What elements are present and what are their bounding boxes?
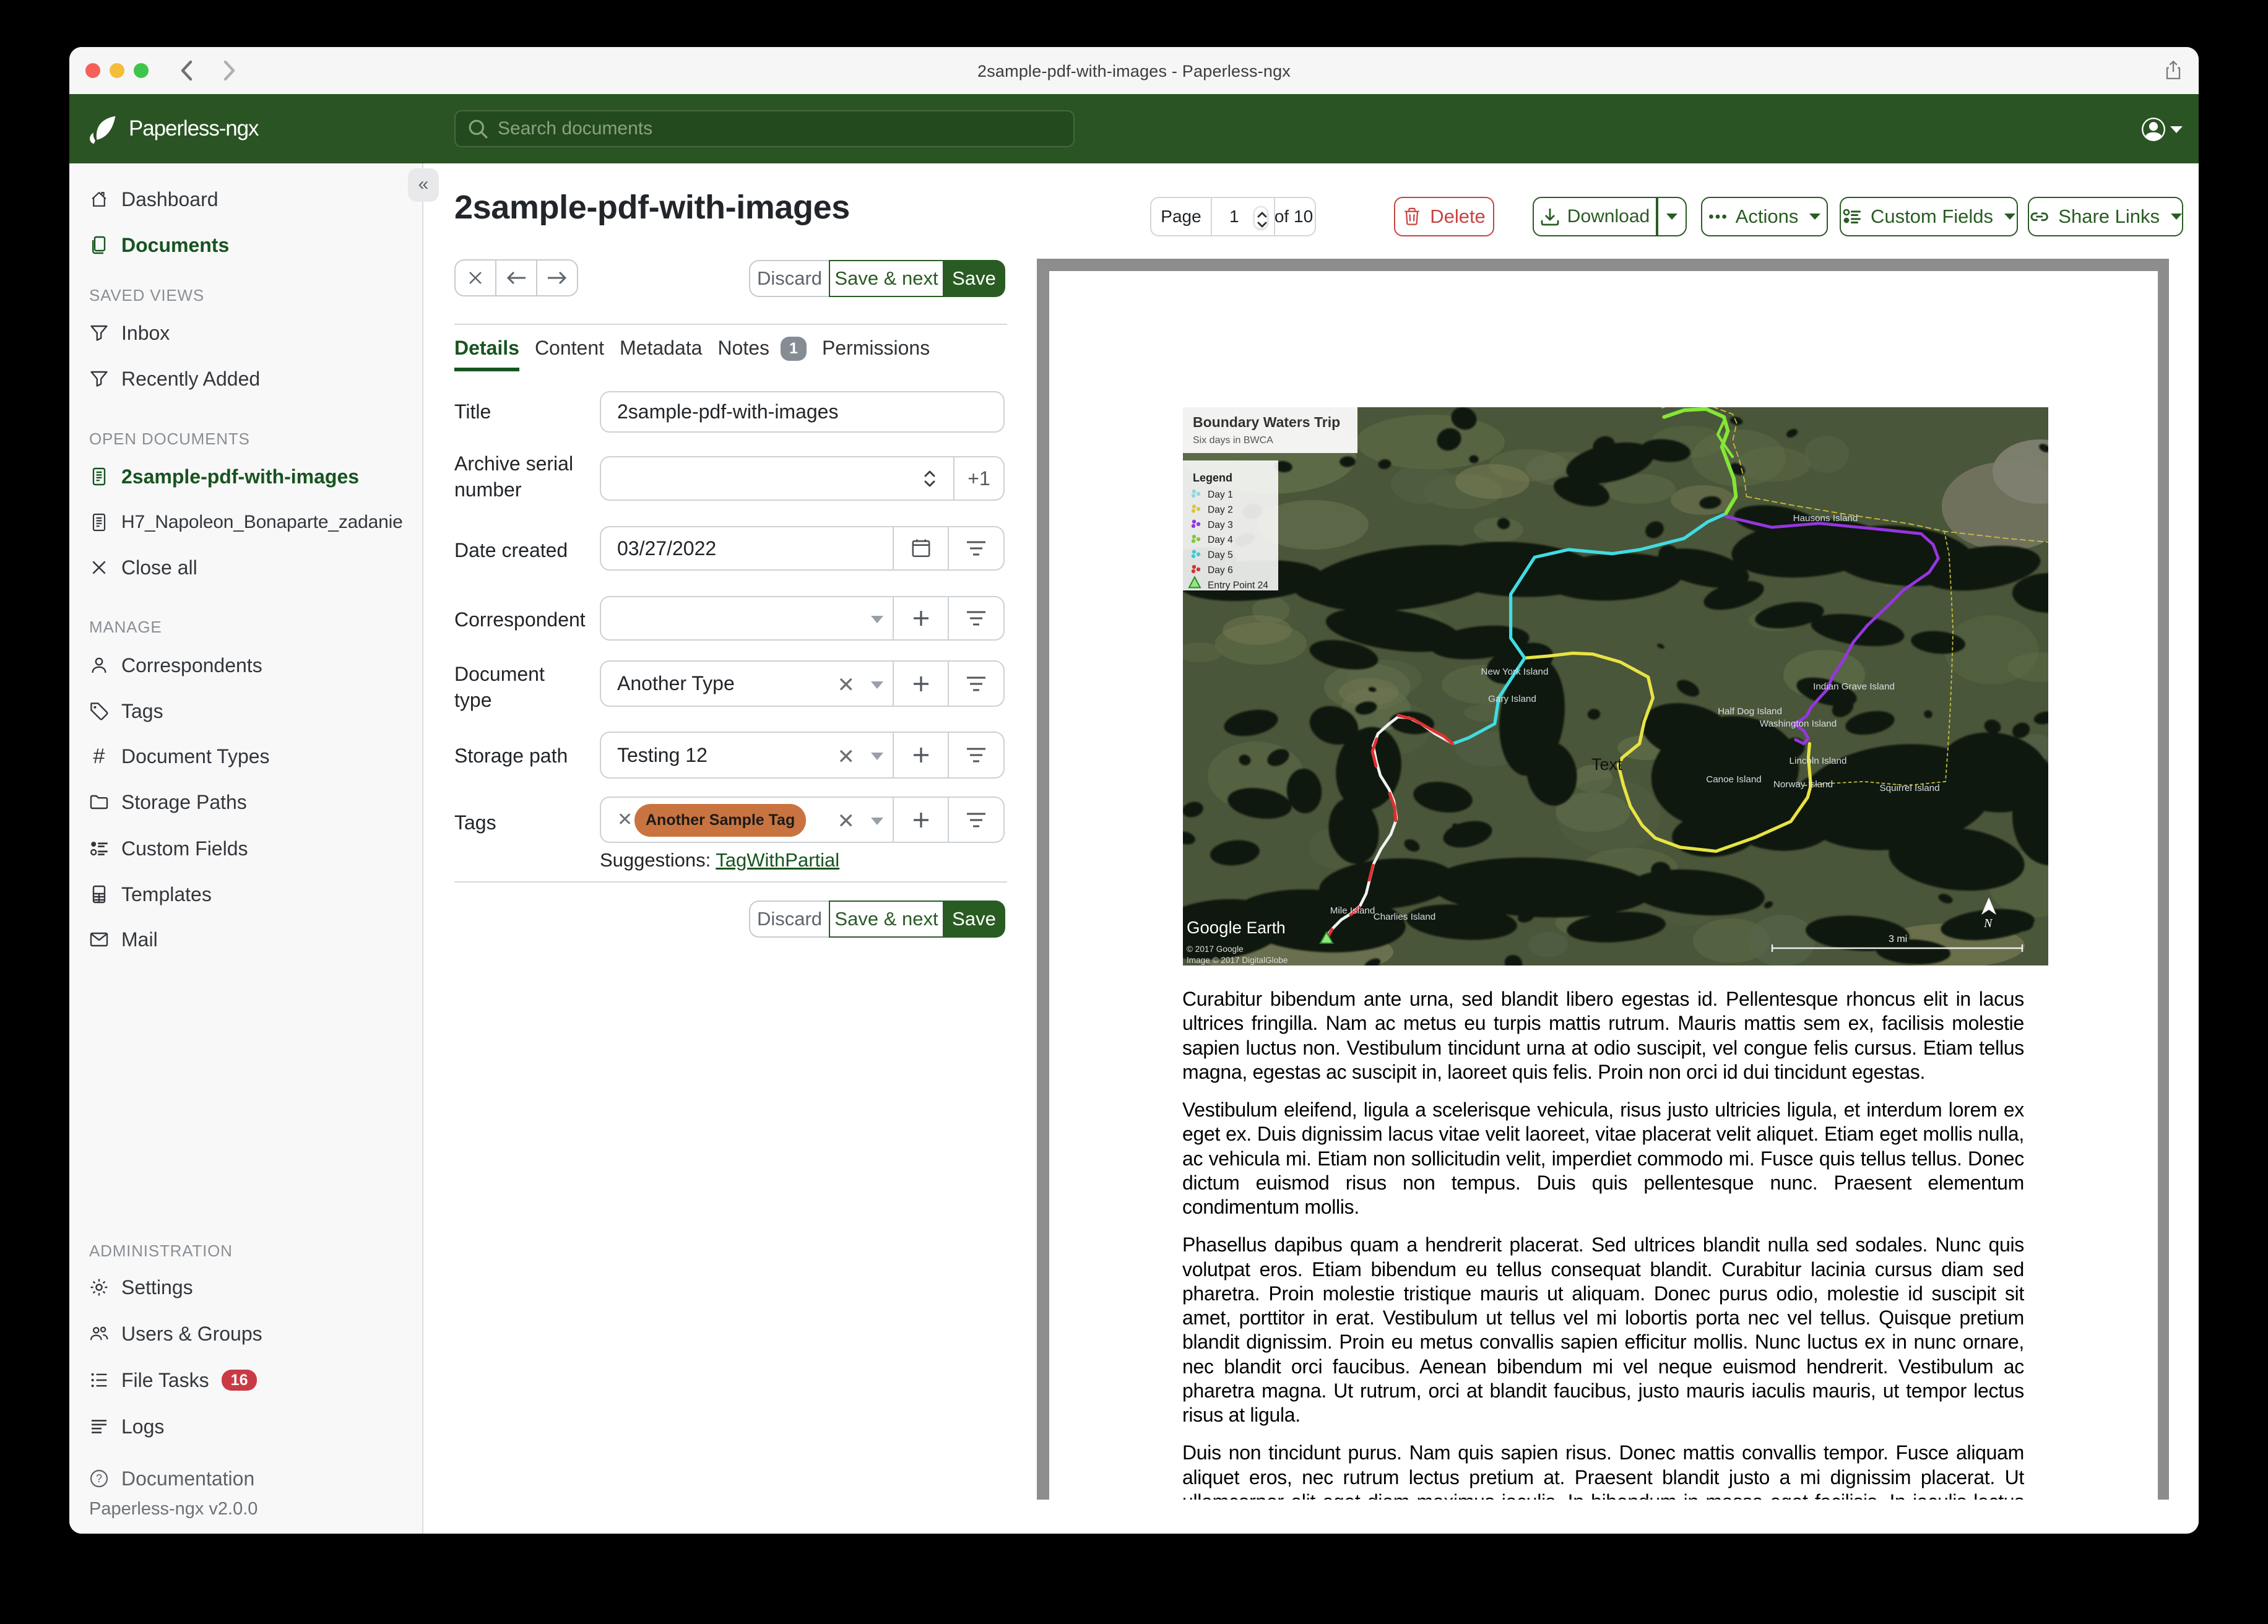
svg-text:Day 1: Day 1: [1208, 490, 1233, 500]
svg-text:Day 4: Day 4: [1208, 535, 1233, 545]
svg-text:Squirrel Island: Squirrel Island: [1879, 783, 1939, 793]
svg-text:Norway Island: Norway Island: [1773, 779, 1833, 790]
svg-text:Image © 2017 DigitalGlobe: Image © 2017 DigitalGlobe: [1187, 956, 1288, 965]
svg-text:Six days in BWCA: Six days in BWCA: [1193, 435, 1273, 446]
svg-text:Charlies Island: Charlies Island: [1374, 912, 1435, 922]
svg-text:?: ?: [96, 1472, 102, 1485]
svg-text:Day 3: Day 3: [1208, 520, 1233, 530]
svg-text:Gary Island: Gary Island: [1488, 694, 1536, 704]
svg-text:Text: Text: [1591, 755, 1622, 774]
svg-text:Entry Point 24: Entry Point 24: [1208, 580, 1268, 590]
svg-text:Day 6: Day 6: [1208, 565, 1233, 576]
svg-text:Google Earth: Google Earth: [1187, 918, 1286, 937]
svg-text:Day 2: Day 2: [1208, 504, 1233, 515]
svg-text:Canoe Island: Canoe Island: [1706, 774, 1762, 785]
svg-text:Lincoln Island: Lincoln Island: [1790, 756, 1847, 766]
svg-text:Half Dog Island: Half Dog Island: [1718, 706, 1782, 717]
svg-text:© 2017 Google: © 2017 Google: [1187, 944, 1244, 954]
svg-text:New York Island: New York Island: [1481, 667, 1549, 677]
svg-text:N: N: [1983, 917, 1993, 930]
svg-text:Boundary Waters Trip: Boundary Waters Trip: [1193, 414, 1340, 430]
svg-text:Indian Grave Island: Indian Grave Island: [1813, 681, 1895, 692]
svg-text:Legend: Legend: [1193, 472, 1232, 484]
svg-text:Hausons Island: Hausons Island: [1793, 513, 1858, 524]
svg-text:Mile Island: Mile Island: [1330, 905, 1375, 916]
svg-text:Washington Island: Washington Island: [1760, 719, 1837, 729]
svg-text:Day 5: Day 5: [1208, 550, 1233, 561]
svg-text:3 mi: 3 mi: [1889, 934, 1907, 944]
